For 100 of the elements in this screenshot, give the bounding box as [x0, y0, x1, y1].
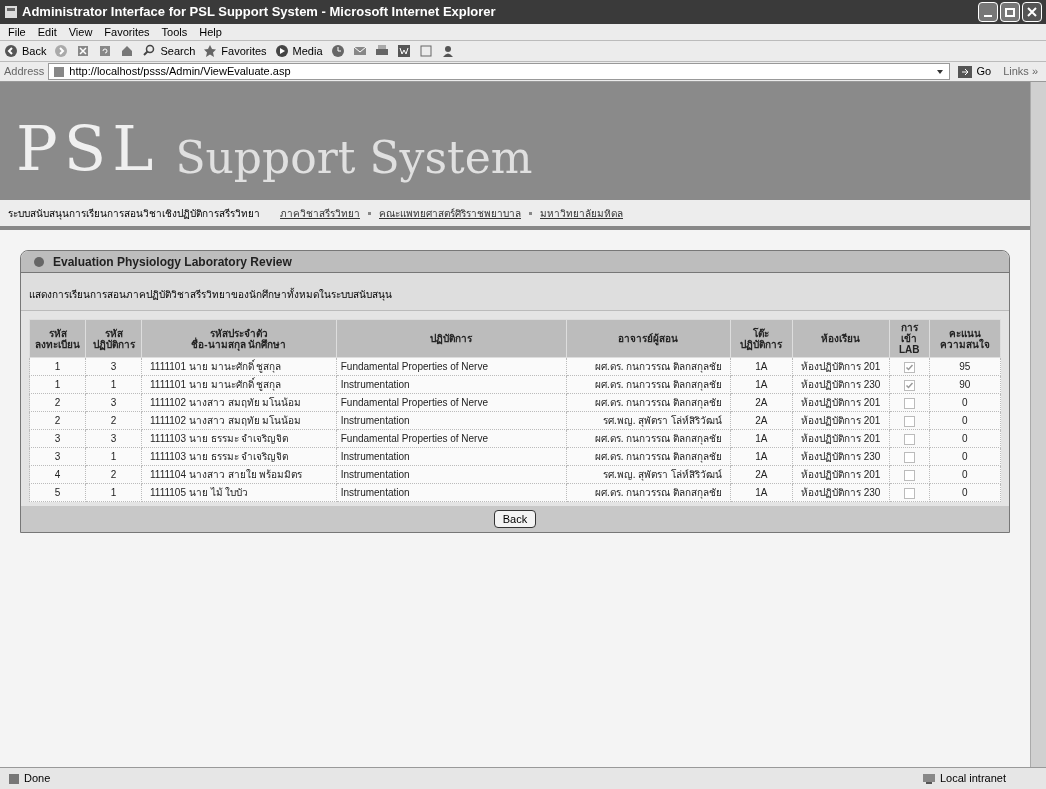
column-header: รหัสประจำตัว ชื่อ-นามสกุล นักศึกษา	[141, 319, 337, 358]
toolbar-button[interactable]: Favorites	[203, 42, 267, 60]
table-cell: Fundamental Properties of Nerve	[336, 357, 567, 376]
refresh-icon[interactable]	[98, 44, 113, 58]
table-cell: Instrumentation	[336, 411, 567, 430]
checkbox[interactable]	[903, 451, 915, 463]
table-cell: 1A	[730, 483, 793, 502]
home-icon[interactable]	[120, 44, 135, 58]
table-cell: ห้องปฏิบัติการ 201	[792, 393, 890, 412]
table-cell: 1111103 นาย ธรรมะ จำเจริญจิต	[141, 447, 337, 466]
table-cell: 1111104 นางสาว สายใย พร้อมมิตร	[141, 465, 337, 484]
table-cell: ห้องปฏิบัติการ 201	[792, 429, 890, 448]
menu-item[interactable]: File	[8, 23, 26, 41]
table-cell: 2	[85, 465, 142, 484]
toolbar-button[interactable]: Back	[4, 42, 47, 60]
address-label: Address	[4, 64, 45, 80]
envelope-icon[interactable]	[352, 44, 367, 58]
table-cell: รศ.พญ. สุพัตรา โล่ห์สิริวัฒน์	[566, 465, 731, 484]
window-title: Administrator Interface for PSL Support System - Microsoft Internet Explorer	[22, 3, 496, 22]
menu-item[interactable]: Favorites	[104, 23, 150, 41]
panel-icon	[33, 255, 45, 268]
table-cell: ผศ.ดร. กนกวรรณ ติลกสกุลชัย	[566, 393, 731, 412]
nav-link[interactable]: ภาควิชาสรีรวิทยา	[280, 205, 360, 221]
links-label[interactable]: Links »	[999, 63, 1042, 80]
column-header: รหัส ลงทะเบียน	[29, 319, 86, 358]
browser-icon	[4, 5, 18, 19]
table-cell: 2	[85, 411, 142, 430]
printer-icon[interactable]	[374, 44, 389, 58]
checkbox[interactable]	[903, 361, 915, 373]
toolbar-button[interactable]: Search	[142, 42, 196, 60]
column-header: ห้องเรียน	[792, 319, 890, 358]
table-cell: ห้องปฏิบัติการ 201	[792, 411, 890, 430]
table-cell: 1A	[730, 447, 793, 466]
table-cell: 3	[85, 393, 142, 412]
checkbox[interactable]	[903, 397, 915, 409]
table-cell: 1	[85, 375, 142, 394]
table-cell: ผศ.ดร. กนกวรรณ ติลกสกุลชัย	[566, 357, 731, 376]
menu-item[interactable]: Edit	[37, 23, 57, 41]
table-cell: รศ.พญ. สุพัตรา โล่ห์สิริวัฒน์	[566, 411, 731, 430]
table-cell: Instrumentation	[336, 447, 567, 466]
checkbox[interactable]	[903, 469, 915, 481]
checkbox[interactable]	[903, 415, 915, 427]
table-cell: Instrumentation	[336, 375, 567, 394]
table-cell: ห้องปฏิบัติการ 230	[792, 375, 890, 394]
checkbox[interactable]	[903, 433, 915, 445]
site-name: ระบบสนับสนุนการเรียนการสอนวิชาเชิงปฏิบัติการสรีรวิทยา	[8, 206, 260, 221]
page-icon	[8, 772, 20, 785]
forward-arrow-icon[interactable]	[54, 44, 69, 58]
nav-link[interactable]: มหาวิทยาลัยมหิดล	[540, 205, 623, 221]
address-field[interactable]: http://localhost/psss/Admin/ViewEvaluate.asp	[48, 63, 951, 80]
table-cell: 1	[85, 483, 142, 502]
close-button[interactable]	[1022, 2, 1042, 22]
column-header: คะแนน ความสนใจ	[929, 319, 1001, 358]
table-cell: 3	[29, 429, 86, 448]
table-cell: Fundamental Properties of Nerve	[336, 393, 567, 412]
document-icon[interactable]	[396, 44, 411, 58]
table-cell: 0	[929, 465, 1001, 484]
intranet-icon	[921, 772, 936, 785]
site-logo: PSL	[16, 118, 160, 180]
table-cell: Instrumentation	[336, 465, 567, 484]
search-icon	[142, 44, 157, 58]
table-cell: 90	[929, 375, 1001, 394]
clock-icon[interactable]	[330, 44, 345, 58]
table-cell: ผศ.ดร. กนกวรรณ ติลกสกุลชัย	[566, 375, 731, 394]
table-cell: 3	[85, 357, 142, 376]
table-cell: 1111101 นาย มานะศักดิ์ ชูสกุล	[141, 357, 337, 376]
scrollbar[interactable]	[1030, 82, 1046, 767]
column-header: ปฏิบัติการ	[336, 319, 567, 358]
column-header: รหัส ปฏิบัติการ	[85, 319, 142, 358]
panel-title: Evaluation Physiology Laboratory Review	[53, 253, 292, 271]
table-cell: 1111103 นาย ธรรมะ จำเจริญจิต	[141, 429, 337, 448]
minimize-button[interactable]	[978, 2, 998, 22]
table-cell: 0	[929, 393, 1001, 412]
go-button[interactable]: Go	[954, 63, 996, 80]
table-cell: 0	[929, 429, 1001, 448]
table-cell: ผศ.ดร. กนกวรรณ ติลกสกุลชัย	[566, 483, 731, 502]
panel-description: แสดงการเรียนการสอนภาคปฏิบัติวิชาสรีรวิทยาของนักศึกษาทั้งหมดในระบบสนับสนุน	[29, 287, 392, 302]
nav-link[interactable]: คณะแพทยศาสตร์ศิริราชพยาบาล	[379, 205, 521, 221]
menu-item[interactable]: Tools	[161, 23, 188, 41]
table-cell: 1	[85, 447, 142, 466]
column-header: อาจารย์ผู้สอน	[566, 319, 731, 358]
menu-item[interactable]: Help	[199, 23, 222, 41]
table-cell: 0	[929, 411, 1001, 430]
back-button[interactable]: Back	[493, 510, 537, 528]
table-cell: 1111102 นางสาว สมฤทัย มโนน้อม	[141, 393, 337, 412]
table-cell: 1A	[730, 375, 793, 394]
table-cell: 2	[29, 411, 86, 430]
person-icon[interactable]	[440, 44, 455, 58]
square-icon[interactable]	[418, 44, 433, 58]
checkbox[interactable]	[903, 379, 915, 391]
table-cell: 1	[29, 375, 86, 394]
column-header: การเข้า LAB	[889, 319, 930, 358]
checkbox[interactable]	[903, 487, 915, 499]
stop-icon[interactable]	[76, 44, 91, 58]
maximize-button[interactable]	[1000, 2, 1020, 22]
toolbar-button[interactable]: Media	[274, 42, 323, 60]
status-text: Done	[24, 771, 51, 787]
table-cell: 3	[85, 429, 142, 448]
table-cell: Fundamental Properties of Nerve	[336, 429, 567, 448]
menu-item[interactable]: View	[68, 23, 93, 41]
